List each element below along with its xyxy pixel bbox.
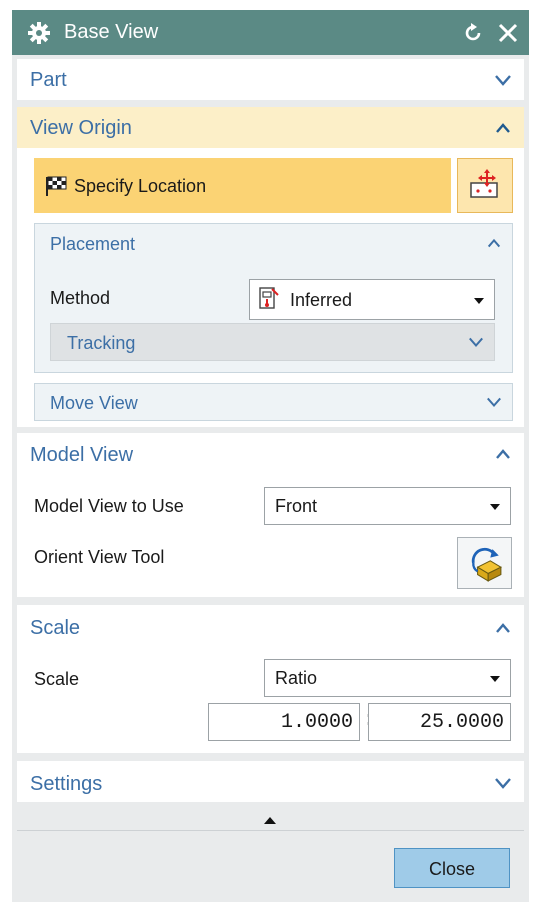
chevron-down-icon[interactable] <box>486 394 502 410</box>
tracking-title: Tracking <box>67 333 136 353</box>
scale-denominator-value: 25.0000 <box>419 711 504 734</box>
chevron-up-icon[interactable] <box>494 619 512 637</box>
tracking-panel[interactable]: Tracking <box>50 323 495 361</box>
chevron-up-icon[interactable] <box>486 235 502 251</box>
base-view-dialog: Base View Part View Origin Specify Locat… <box>12 10 529 902</box>
inferred-icon <box>259 287 279 309</box>
model-view-title: Model View <box>30 444 134 466</box>
view-origin-section: View Origin Specify Location Placement M… <box>17 107 524 427</box>
specify-location-label: Specify Location <box>74 176 207 196</box>
scale-header[interactable]: Scale <box>17 605 524 646</box>
model-view-to-use-label: Model View to Use <box>34 496 184 516</box>
move-view-title: Move View <box>50 393 138 413</box>
dropdown-arrow-icon[interactable] <box>490 676 500 682</box>
dropdown-arrow-icon[interactable] <box>474 298 484 304</box>
model-view-section: Model View Model View to Use Front Orien… <box>17 433 524 597</box>
specify-location-row[interactable]: Specify Location <box>34 158 451 213</box>
dropdown-arrow-icon[interactable] <box>490 504 500 510</box>
orient-view-icon <box>471 547 502 582</box>
orient-view-tool-button[interactable] <box>457 537 512 589</box>
part-section-header[interactable]: Part <box>17 59 524 100</box>
reset-icon[interactable] <box>462 22 484 44</box>
method-select[interactable]: Inferred <box>249 279 495 320</box>
settings-title: Settings <box>30 773 103 795</box>
scale-title: Scale <box>30 617 81 639</box>
placement-header[interactable]: Placement <box>35 224 512 262</box>
scale-label: Scale <box>34 669 80 689</box>
orient-view-tool-label: Orient View Tool <box>34 547 165 567</box>
model-view-header[interactable]: Model View <box>17 433 524 474</box>
dialog-title: Base View <box>64 21 159 43</box>
title-bar[interactable]: Base View <box>12 10 529 55</box>
settings-header[interactable]: Settings <box>17 761 524 802</box>
scale-select[interactable]: Ratio <box>264 659 511 697</box>
chevron-down-icon[interactable] <box>494 71 512 89</box>
placement-panel: Placement Method Inferred Tracking <box>34 223 513 373</box>
view-origin-title: View Origin <box>30 117 132 139</box>
chevron-down-icon[interactable] <box>468 334 484 350</box>
origin-tool-button[interactable] <box>457 158 513 213</box>
method-value: Inferred <box>290 290 353 310</box>
close-button-label: Close <box>428 859 476 879</box>
close-button[interactable]: Close <box>394 848 510 888</box>
move-view-panel[interactable]: Move View <box>34 383 513 421</box>
scale-numerator-input[interactable]: 1.0000 <box>208 703 360 741</box>
move-origin-icon <box>470 169 498 198</box>
part-section: Part <box>17 59 524 100</box>
collapse-handle[interactable] <box>17 807 524 831</box>
scale-value: Ratio <box>275 668 318 688</box>
scale-numerator-value: 1.0000 <box>280 711 353 734</box>
method-label: Method <box>50 288 111 308</box>
checkered-flag-icon <box>46 176 67 196</box>
chevron-down-icon[interactable] <box>494 774 512 792</box>
triangle-up-icon[interactable] <box>264 816 276 824</box>
model-view-select[interactable]: Front <box>264 487 511 525</box>
chevron-up-icon[interactable] <box>494 445 512 463</box>
gear-icon[interactable] <box>28 22 50 44</box>
settings-section: Settings <box>17 761 524 802</box>
scale-section: Scale Scale Ratio 1.0000 : 25.0000 <box>17 605 524 753</box>
model-view-value: Front <box>275 496 318 516</box>
part-section-title: Part <box>30 69 67 91</box>
chevron-up-icon[interactable] <box>494 119 512 137</box>
placement-title: Placement <box>50 234 136 254</box>
scale-denominator-input[interactable]: 25.0000 <box>368 703 511 741</box>
close-icon[interactable] <box>496 21 520 45</box>
view-origin-header[interactable]: View Origin <box>17 107 524 148</box>
